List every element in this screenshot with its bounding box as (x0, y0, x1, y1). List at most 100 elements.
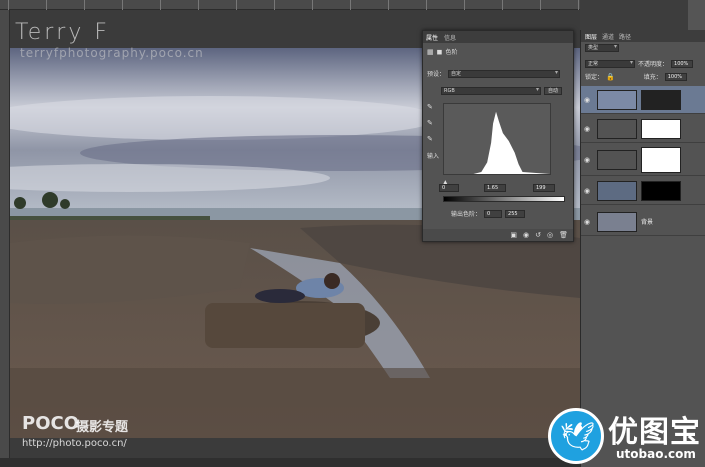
ruler-tick (464, 0, 465, 10)
filter-kind-select[interactable]: 类型 (585, 44, 619, 52)
layer-type-label: 色阶 (445, 49, 458, 56)
ruler-tick (350, 0, 351, 10)
layers-panel: 图层 通道 路径 类型 正常 不透明度： 100% 锁定： 🔒 填充： 100%… (580, 30, 705, 467)
white-eyedropper-icon[interactable]: ✎ (427, 135, 433, 143)
levels-icon: ▦ (427, 47, 434, 56)
layer-row[interactable]: ◉ (581, 115, 705, 143)
ruler-tick (46, 0, 47, 10)
output-black-field[interactable]: 0 (484, 209, 503, 218)
vertical-ruler (0, 10, 10, 460)
fill-label: 填充： (643, 74, 662, 81)
ruler-tick (274, 0, 275, 10)
layer-name: 背景 (641, 219, 654, 226)
tab-paths[interactable]: 路径 (619, 32, 631, 41)
watermark-name: Terry F (15, 20, 110, 45)
ruler-tick (388, 0, 389, 10)
poco-subtitle: 摄影专题 (76, 420, 129, 435)
histogram (443, 103, 551, 175)
view-previous-icon[interactable]: ◉ (523, 231, 529, 239)
ruler-tick (122, 0, 123, 10)
layer-thumbnail (597, 89, 637, 110)
preset-label: 预设： (427, 71, 446, 78)
opacity-field[interactable]: 100% (671, 59, 694, 68)
eye-icon[interactable]: ◉ (581, 125, 593, 133)
input-white-field[interactable]: 199 (533, 184, 555, 192)
tab-channels[interactable]: 通道 (602, 32, 614, 41)
black-eyedropper-icon[interactable]: ✎ (427, 103, 433, 111)
eye-icon[interactable]: ◉ (581, 156, 593, 164)
trash-icon[interactable]: 🗑 (559, 231, 568, 239)
watermark-url: terryfphotography.poco.cn (20, 46, 204, 60)
bird-icon: 🕊 (560, 420, 596, 453)
ruler-tick (160, 0, 161, 10)
photoshop-window: Terry F terryfphotography.poco.cn POCO 摄… (0, 0, 705, 467)
layers-tabbar: 图层 通道 路径 (581, 30, 705, 42)
tab-layers[interactable]: 图层 (585, 32, 597, 41)
horizontal-ruler (0, 0, 580, 10)
gray-eyedropper-icon[interactable]: ✎ (427, 119, 433, 127)
input-gamma-field[interactable]: 1.65 (484, 184, 506, 192)
preset-select[interactable]: 自定 (448, 69, 561, 78)
clip-to-layer-icon[interactable]: ▣ (510, 231, 517, 239)
layer-row[interactable]: ◉ (581, 177, 705, 205)
eye-icon[interactable]: ◉ (581, 96, 593, 104)
fill-field[interactable]: 100% (664, 72, 687, 81)
ruler-tick (426, 0, 427, 10)
layer-type-row: ▦ ◼ 色阶 (427, 47, 458, 57)
layer-row-background[interactable]: ◉ 背景 (581, 208, 705, 236)
input-label: 输入 (427, 153, 440, 160)
eyedropper-tools: ✎ ✎ ✎ (427, 103, 433, 143)
tab-info[interactable]: 信息 (444, 33, 456, 42)
lock-label: 锁定： (585, 74, 604, 81)
layer-mask-thumbnail[interactable] (641, 89, 681, 110)
output-label: 输出色阶： (451, 211, 482, 218)
status-bar (0, 458, 580, 467)
poco-logo: POCO (22, 413, 80, 434)
input-black-field[interactable]: 0 (439, 184, 459, 192)
mask-icon[interactable]: ◼ (437, 48, 443, 56)
poco-url: http://photo.poco.cn/ (22, 438, 127, 449)
lock-row: 锁定： 🔒 填充： 100% (585, 72, 687, 81)
layer-row[interactable]: ◉ (581, 86, 705, 114)
properties-panel: 属性 信息 ▦ ◼ 色阶 预设： 自定 RGB 自动 ✎ ✎ ✎ ▲ 输入 (422, 30, 574, 242)
layer-filter-row: 类型 (585, 44, 619, 52)
layer-mask-thumbnail[interactable] (641, 146, 681, 173)
layer-row[interactable]: ◉ (581, 144, 705, 176)
auto-button[interactable]: 自动 (544, 87, 563, 95)
output-white-field[interactable]: 255 (505, 209, 526, 218)
lock-icon[interactable]: 🔒 (606, 73, 615, 81)
channel-row: RGB 自动 (427, 87, 563, 95)
utobao-url: utobao.com (616, 447, 696, 461)
blend-mode-select[interactable]: 正常 (585, 59, 635, 68)
input-values-row: 0 1.65 199 (427, 184, 555, 192)
input-row: 输入 (427, 151, 439, 160)
ruler-tick (578, 0, 579, 10)
utobao-chinese-name: 优图宝 (608, 415, 701, 450)
adjustment-icon (597, 149, 637, 170)
ruler-tick (540, 0, 541, 10)
ruler-tick (236, 0, 237, 10)
collapsed-panel-strip[interactable] (688, 0, 705, 30)
output-gradient[interactable] (443, 196, 565, 202)
ruler-tick (312, 0, 313, 10)
reset-icon[interactable]: ↺ (535, 231, 541, 239)
ruler-tick (8, 0, 9, 10)
ruler-tick (84, 0, 85, 10)
ruler-tick (198, 0, 199, 10)
ruler-tick (502, 0, 503, 10)
layer-mask-thumbnail[interactable] (641, 118, 681, 139)
layer-mask-thumbnail[interactable] (641, 180, 681, 201)
eye-icon[interactable]: ◉ (581, 218, 593, 226)
layer-thumbnail (597, 211, 637, 232)
adjustment-icon (597, 118, 637, 139)
properties-tabbar: 属性 信息 (423, 31, 573, 43)
eye-icon[interactable]: ◉ (581, 187, 593, 195)
tab-properties[interactable]: 属性 (426, 33, 438, 42)
panel-dock-top (580, 0, 705, 30)
output-row: 输出色阶： 0 255 (427, 209, 526, 218)
opacity-label: 不透明度： (638, 61, 669, 68)
preset-row: 预设： 自定 (427, 69, 561, 78)
visibility-icon[interactable]: ◎ (547, 231, 553, 239)
channel-select[interactable]: RGB (441, 87, 541, 95)
blend-row: 正常 不透明度： 100% (585, 59, 694, 68)
